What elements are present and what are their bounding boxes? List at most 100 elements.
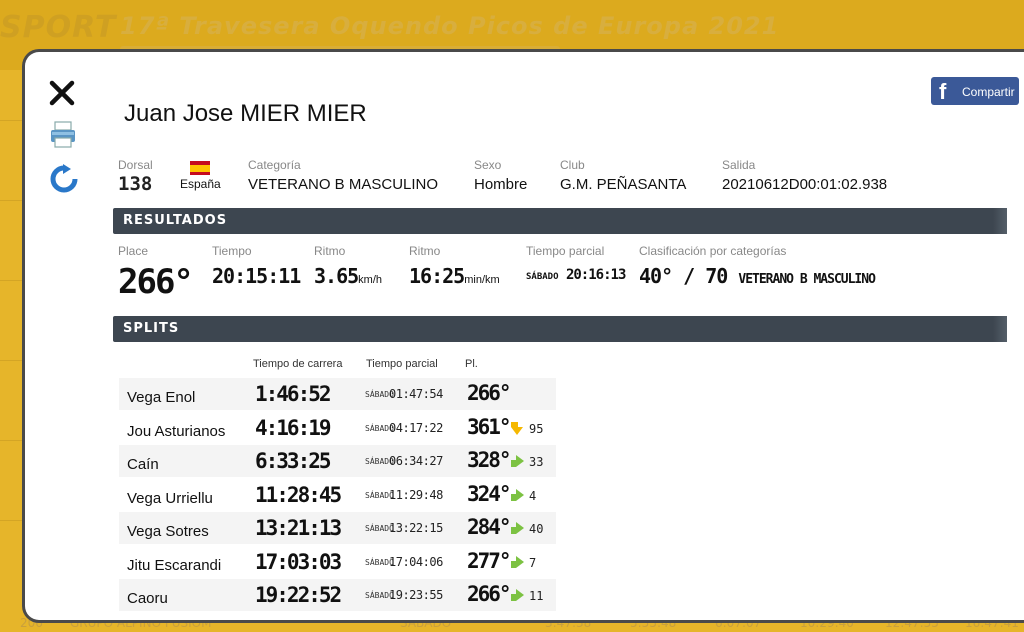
split-row: Vega Sotres 13:21:13 SÁBADO 13:22:15 284° 40 <box>119 512 556 544</box>
split-row: Vega Enol 1:46:52 SÁBADO 01:47:54 266° <box>119 378 556 410</box>
split-place-change: 11 <box>529 589 544 603</box>
pace-minkm-field: Ritmo 16:25min/km <box>409 244 500 288</box>
partial-day: SÁBADO <box>526 272 559 282</box>
split-race-time: 19:22:52 <box>255 583 342 607</box>
category-rank-field: Clasificación por categorías 40° / 70 VE… <box>639 244 876 288</box>
split-checkpoint-name: Caín <box>127 456 159 473</box>
arrow-up-icon <box>509 520 525 536</box>
split-place: 277° <box>467 548 512 573</box>
arrow-up-icon <box>509 453 525 469</box>
split-place: 266° <box>467 381 512 405</box>
split-place: 266° <box>467 582 512 606</box>
sex-label: Sexo <box>474 158 502 172</box>
arrow-down-icon <box>509 420 525 436</box>
time-field: Tiempo 20:15:11 <box>212 244 301 288</box>
category-value: VETERANO B MASCULINO <box>248 176 439 193</box>
split-place: 284° <box>467 515 512 539</box>
split-place-change: 4 <box>529 488 537 503</box>
split-clock-time: 13:22:15 <box>389 521 443 535</box>
col-partial-time: Tiempo parcial <box>366 358 438 370</box>
splits-section-header: SPLITS <box>113 316 1007 342</box>
partial-time-field: Tiempo parcial SÁBADO 20:16:13 <box>526 244 626 283</box>
results-section-header: RESULTADOS <box>113 208 1007 234</box>
split-race-time: 6:33:25 <box>255 449 332 473</box>
split-race-time: 13:21:13 <box>255 516 342 540</box>
pace-kmh-number: 3.65 <box>314 264 359 288</box>
place-value: 266° <box>118 262 194 302</box>
pace-kmh-value: 3.65km/h <box>314 264 382 288</box>
split-checkpoint-name: Vega Sotres <box>127 523 209 540</box>
background-logo: SPORT <box>0 10 117 45</box>
partial-time-label: Tiempo parcial <box>526 244 605 258</box>
split-place: 328° <box>467 448 512 472</box>
split-clock-time: 06:34:27 <box>389 454 443 468</box>
close-icon[interactable] <box>47 78 77 108</box>
time-label: Tiempo <box>212 244 252 258</box>
athlete-modal: f Compartir Juan Jose MIER MIER Dorsal 1… <box>25 52 1024 620</box>
split-race-time: 1:46:52 <box>255 382 332 406</box>
split-clock-time: 11:29:48 <box>389 487 443 502</box>
split-row: Jou Asturianos 4:16:19 SÁBADO 04:17:22 361° 9… <box>119 412 556 444</box>
pace-minkm-number: 16:25 <box>409 264 465 288</box>
split-place-change: 7 <box>529 555 537 570</box>
split-clock-time: 17:04:06 <box>389 554 443 569</box>
split-checkpoint-name: Jou Asturianos <box>127 422 226 440</box>
split-checkpoint-name: Vega Enol <box>127 389 196 406</box>
place-label: Place <box>118 244 149 258</box>
time-value: 20:15:11 <box>212 264 301 288</box>
sex-field: Sexo Hombre <box>474 158 527 193</box>
category-rank-value: 40° / 70 VETERANO B MASCULINO <box>639 264 876 288</box>
start-value: 20210612D00:01:02.938 <box>722 176 888 193</box>
split-race-time: 17:03:03 <box>255 549 342 574</box>
dorsal-field: Dorsal 138 <box>118 158 153 195</box>
category-rank-position: 40° / 70 <box>639 264 728 288</box>
refresh-icon[interactable] <box>49 164 79 194</box>
split-clock-time: 01:47:54 <box>389 387 443 401</box>
club-field: Club G.M. PEÑASANTA <box>560 158 686 193</box>
category-field: Categoría VETERANO B MASCULINO <box>248 158 438 193</box>
split-place-change: 95 <box>529 421 544 436</box>
country-name: España <box>180 177 221 191</box>
pace-minkm-unit: min/km <box>464 274 500 286</box>
printer-icon[interactable] <box>49 120 77 150</box>
start-field: Salida 20210612D00:01:02.938 <box>722 158 887 193</box>
spain-flag-icon <box>190 161 210 175</box>
country-field: España <box>180 158 221 191</box>
background-title: 17ª Travesera Oquendo Picos de Europa 20… <box>120 12 780 40</box>
sex-value: Hombre <box>474 176 528 193</box>
split-clock-time: 04:17:22 <box>389 420 443 435</box>
share-label: Compartir <box>962 85 1015 99</box>
club-label: Club <box>560 158 585 172</box>
category-rank-label: Clasificación por categorías <box>639 244 787 258</box>
place-field: Place 266° <box>118 244 194 302</box>
dorsal-value: 138 <box>118 173 153 195</box>
athlete-name: Juan Jose MIER MIER <box>124 100 367 127</box>
arrow-up-icon <box>509 554 525 570</box>
dorsal-label: Dorsal <box>118 158 153 172</box>
split-row: Vega Urriellu 11:28:45 SÁBADO 11:29:48 324° 4 <box>119 479 556 511</box>
split-row: Caoru 19:22:52 SÁBADO 19:23:55 266° 11 <box>119 579 556 611</box>
col-place: Pl. <box>465 358 478 370</box>
arrow-up-icon <box>509 587 525 603</box>
split-race-time: 4:16:19 <box>255 415 332 440</box>
partial-time-value: SÁBADO 20:16:13 <box>526 267 626 283</box>
pace-minkm-label: Ritmo <box>409 244 441 258</box>
split-place: 361° <box>467 414 512 439</box>
split-clock-time: 19:23:55 <box>389 588 443 602</box>
pace-minkm-value: 16:25min/km <box>409 264 500 288</box>
share-facebook-button[interactable]: f Compartir <box>931 77 1019 105</box>
arrow-up-icon <box>509 487 525 503</box>
split-checkpoint-name: Caoru <box>127 590 168 607</box>
club-value: G.M. PEÑASANTA <box>560 176 687 193</box>
facebook-icon: f <box>939 79 947 104</box>
col-race-time: Tiempo de carrera <box>253 358 343 370</box>
split-place-change: 40 <box>529 522 544 536</box>
split-race-time: 11:28:45 <box>255 482 342 507</box>
split-checkpoint-name: Vega Urriellu <box>127 489 213 507</box>
split-place-change: 33 <box>529 455 544 469</box>
category-rank-name: VETERANO B MASCULINO <box>738 272 876 287</box>
split-place: 324° <box>467 481 512 506</box>
split-checkpoint-name: Jitu Escarandi <box>127 556 222 574</box>
start-label: Salida <box>722 158 756 172</box>
pace-kmh-unit: km/h <box>358 274 383 286</box>
